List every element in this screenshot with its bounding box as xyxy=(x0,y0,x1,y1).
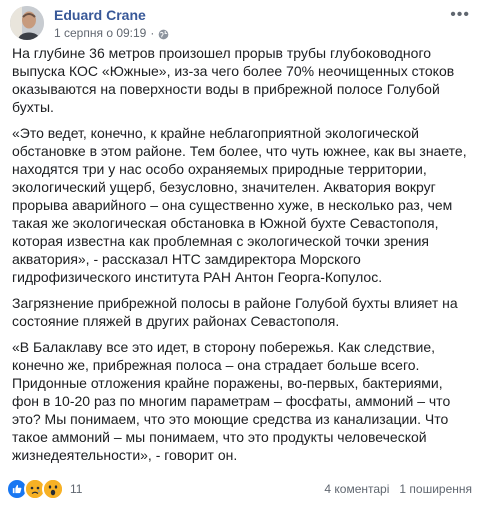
post-timestamp[interactable]: 1 серпня о 09:19 xyxy=(54,25,146,41)
avatar[interactable] xyxy=(10,6,44,40)
post-paragraph: Загрязнение прибрежной полосы в районе Г… xyxy=(12,295,458,329)
post-subline: 1 серпня о 09:19 · xyxy=(54,25,169,41)
reaction-count[interactable]: 11 xyxy=(70,482,82,496)
post-header: Eduard Crane 1 серпня о 09:19 · xyxy=(10,6,169,40)
globe-icon xyxy=(158,28,169,39)
post-paragraph: «В Балаклаву все это идет, в сторону поб… xyxy=(12,339,451,463)
reactions-summary[interactable]: 11 xyxy=(6,478,82,500)
post-meta: Eduard Crane 1 серпня о 09:19 · xyxy=(54,6,169,41)
post-body: На глубине 36 метров произошел прорыв тр… xyxy=(12,44,472,472)
avatar-image xyxy=(10,6,44,40)
facebook-post: Eduard Crane 1 серпня о 09:19 · ••• На г… xyxy=(0,0,482,505)
wow-reaction-icon xyxy=(42,478,64,500)
post-paragraph: На глубине 36 метров произошел прорыв тр… xyxy=(12,45,455,115)
post-stats: 4 коментарі 1 поширення xyxy=(324,482,472,496)
separator-dot: · xyxy=(150,26,155,40)
more-options-icon[interactable]: ••• xyxy=(450,6,470,24)
comments-count-link[interactable]: 4 коментарі xyxy=(324,482,389,496)
post-paragraph: «Это ведет, конечно, к крайне неблагопри… xyxy=(12,125,467,285)
post-footer: 11 4 коментарі 1 поширення xyxy=(6,478,472,500)
author-name[interactable]: Eduard Crane xyxy=(54,7,169,23)
shares-count-link[interactable]: 1 поширення xyxy=(399,482,472,496)
